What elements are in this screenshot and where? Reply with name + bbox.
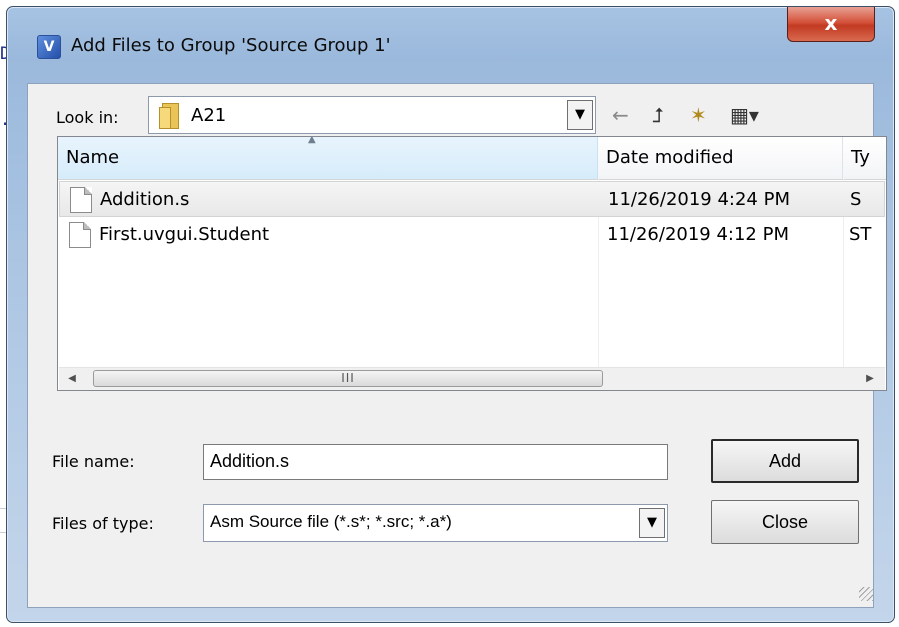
view-menu-icon[interactable]: ▦▾ [730,104,759,126]
scroll-left-icon[interactable]: ◀ [61,368,83,390]
file-name-label: File name: [52,452,135,471]
file-name-cell: First.uvgui.Student [99,224,270,245]
file-icon [69,222,91,248]
folder-icon [159,103,179,129]
files-of-type-label: Files of type: [52,514,154,533]
column-header-label: Name [66,147,120,168]
file-name-cell: Addition.s [100,189,190,210]
column-header-date[interactable]: Date modified [598,137,843,179]
column-header-type[interactable]: Ty [843,137,886,179]
column-header-row: ▲ Name Date modified Ty [58,137,886,180]
sort-arrow-icon: ▲ [308,136,316,145]
table-row[interactable]: Addition.s 11/26/2019 4:24 PM S [59,181,885,217]
file-list[interactable]: ▲ Name Date modified Ty Addition.s 11/26… [57,136,887,391]
dialog-body: Look in: A21 ▼ ← ⮥ ✶ ▦▾ ▲ Name Date modi… [27,83,887,608]
files-of-type-combobox[interactable]: Asm Source file (*.s*; *.src; *.a*) ▼ [203,504,668,542]
look-in-value: A21 [191,105,227,126]
file-name-input[interactable]: Addition.s [203,444,668,480]
close-window-button[interactable]: x [787,7,875,42]
title-bar[interactable]: V Add Files to Group 'Source Group 1' x [7,7,894,59]
chevron-down-icon[interactable]: ▼ [639,508,665,538]
back-arrow-icon[interactable]: ← [612,104,629,126]
dialog-title: Add Files to Group 'Source Group 1' [71,35,391,56]
horizontal-scrollbar[interactable]: ◀ III ▶ [59,367,885,390]
add-files-dialog: V Add Files to Group 'Source Group 1' x … [6,6,895,623]
look-in-label: Look in: [56,108,119,127]
app-icon: V [37,35,61,59]
file-date-cell: 11/26/2019 4:24 PM [608,189,790,210]
resize-grip[interactable] [859,587,873,601]
table-row[interactable]: First.uvgui.Student 11/26/2019 4:12 PM S… [59,217,885,253]
file-date-cell: 11/26/2019 4:12 PM [607,224,789,245]
new-folder-icon[interactable]: ✶ [690,104,707,126]
up-folder-icon[interactable]: ⮥ [652,104,664,126]
column-header-name[interactable]: ▲ Name [58,137,598,179]
scrollbar-thumb[interactable]: III [93,370,603,387]
files-of-type-value: Asm Source file (*.s*; *.src; *.a*) [210,512,452,531]
look-in-combobox[interactable]: A21 ▼ [148,96,596,134]
scroll-right-icon[interactable]: ▶ [859,368,881,390]
add-button[interactable]: Add [711,439,859,483]
chevron-down-icon[interactable]: ▼ [567,100,593,130]
close-button[interactable]: Close [711,500,859,544]
file-type-cell: ST [849,224,872,245]
file-icon [70,187,92,213]
file-type-cell: S [850,189,862,210]
